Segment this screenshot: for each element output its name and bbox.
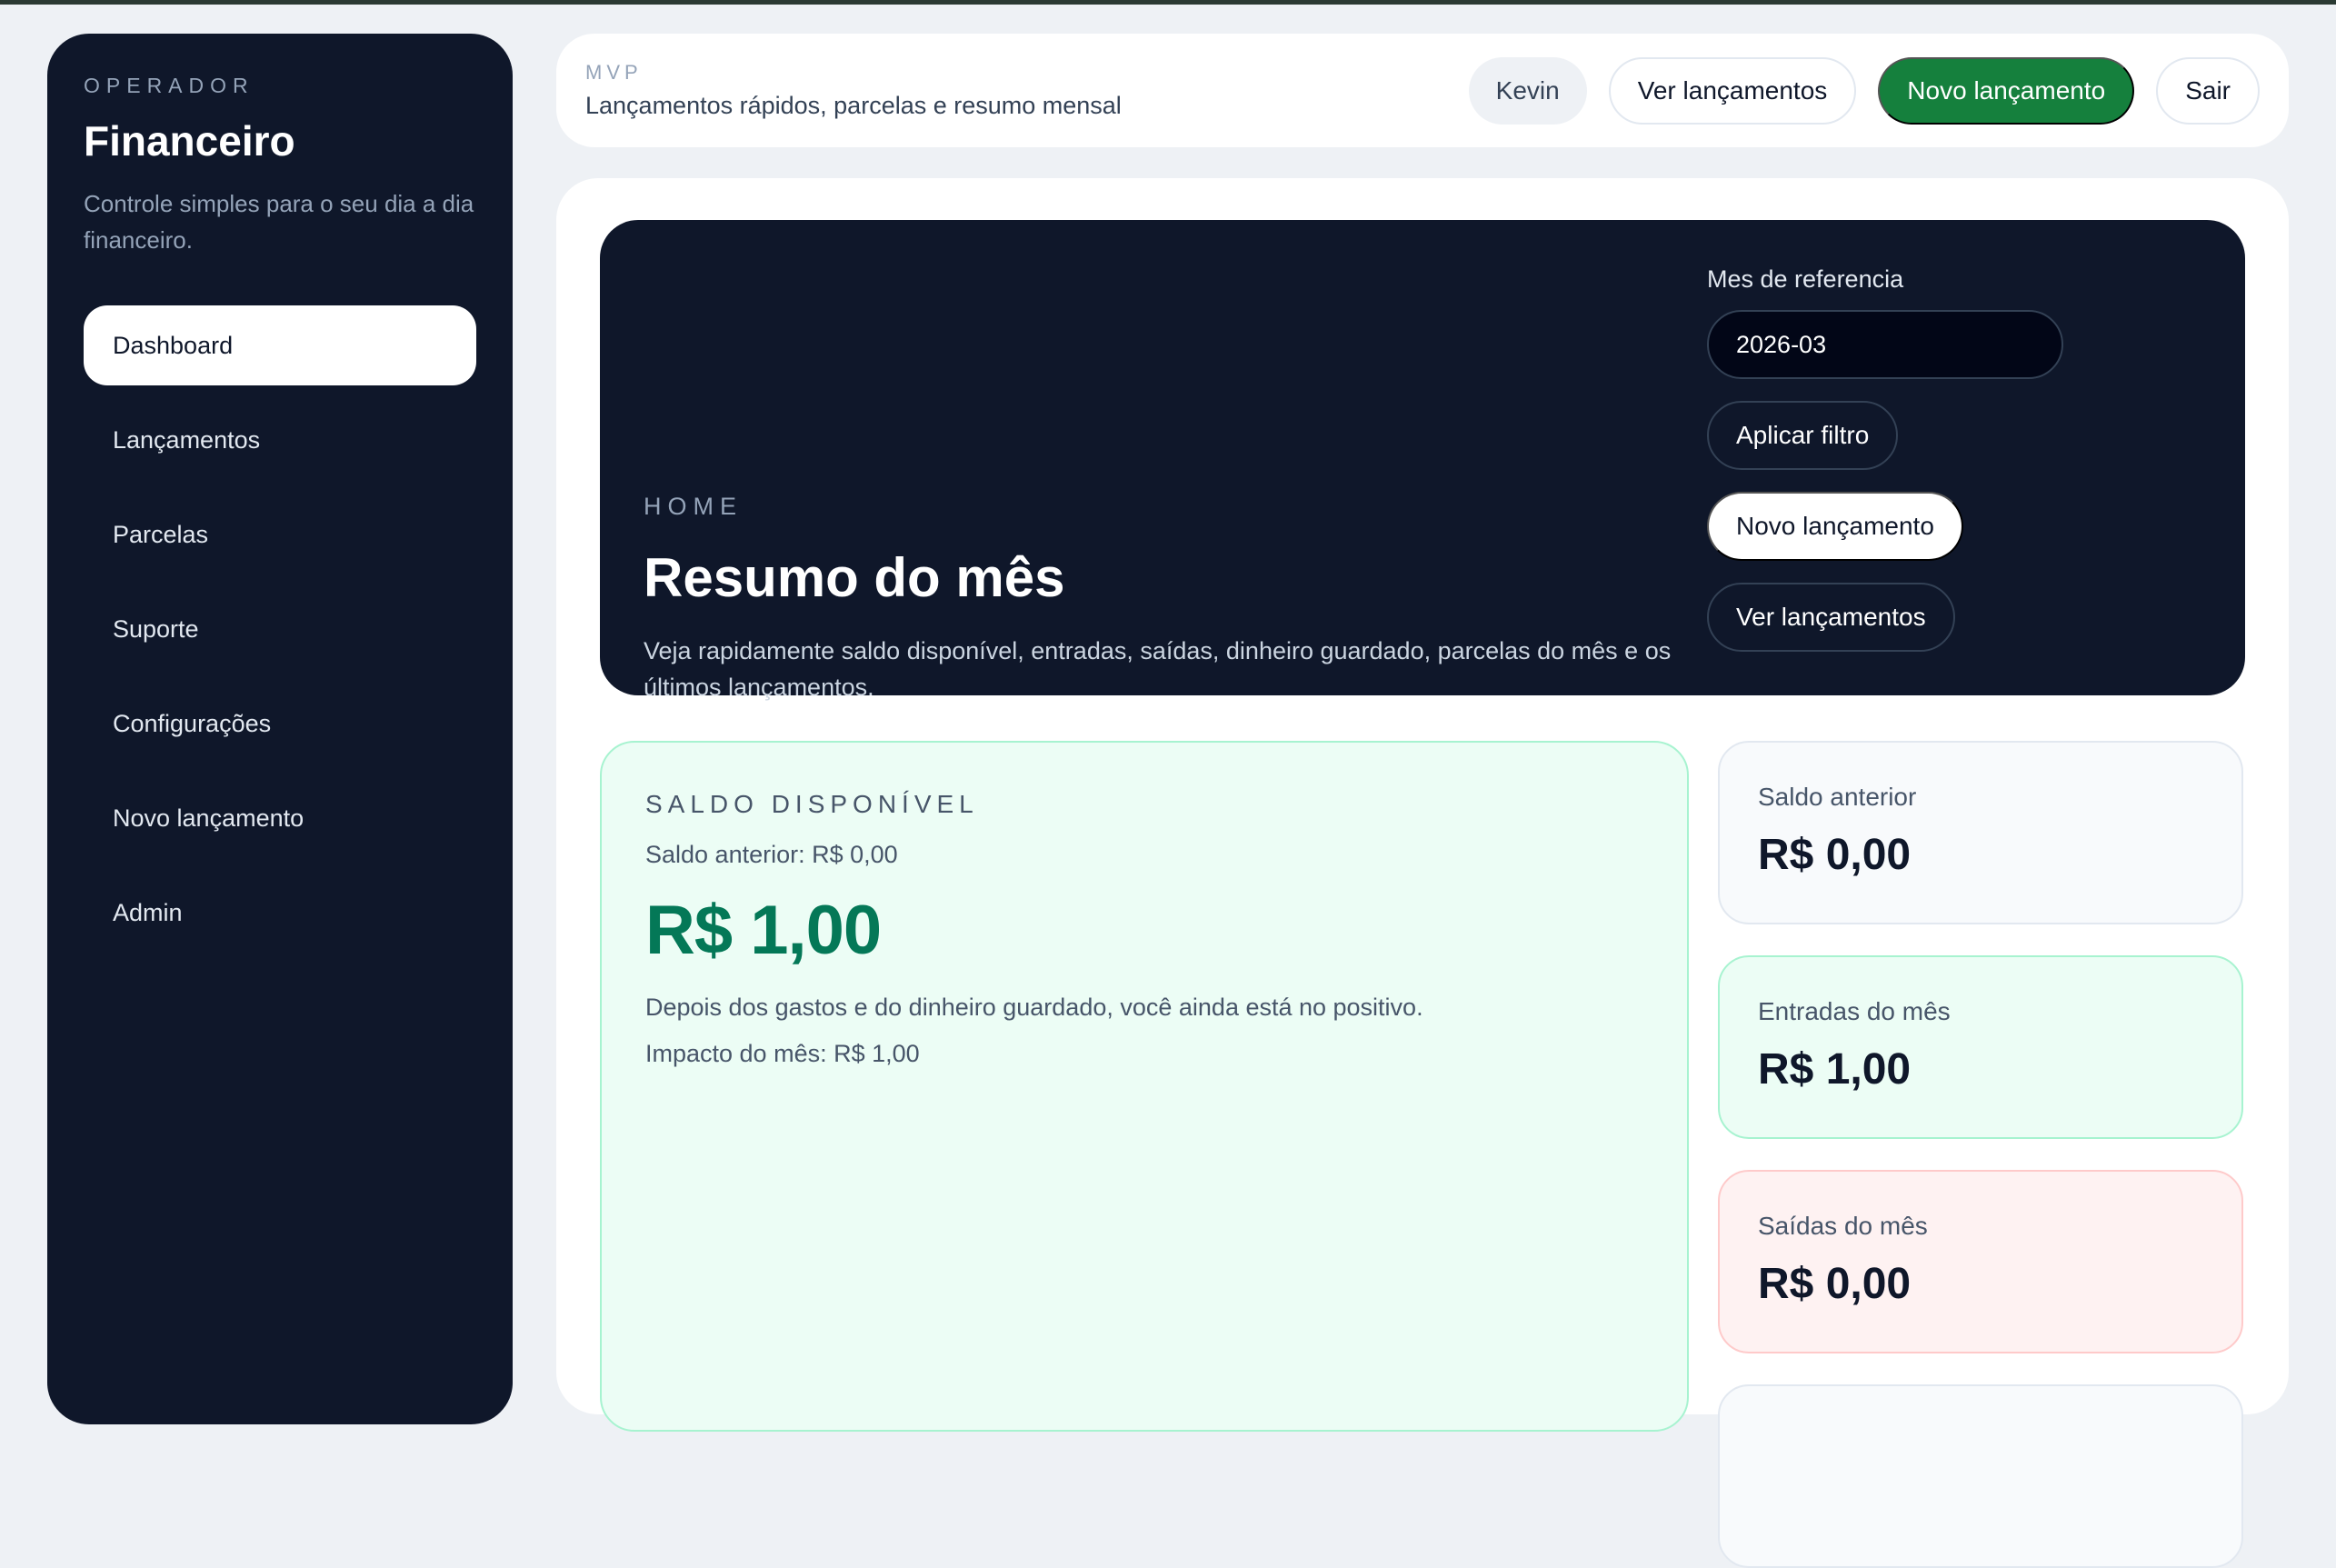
balance-value: R$ 1,00 [645,892,882,969]
stat-card-previous-balance: Saldo anterior R$ 0,00 [1718,741,2243,924]
hero-text: HOME Resumo do mês Veja rapidamente sald… [644,493,1689,705]
topbar-subtitle: Lançamentos rápidos, parcelas e resumo m… [585,92,1122,119]
month-input[interactable]: 2026-03 [1707,310,2063,379]
sidebar-item-lancamentos[interactable]: Lançamentos [84,400,476,480]
window-top-border [0,0,2336,5]
available-balance-card: SALDO DISPONÍVEL Saldo anterior: R$ 0,00… [600,741,1689,1432]
stat-value: R$ 0,00 [1758,831,1912,879]
sidebar-item-suporte[interactable]: Suporte [84,589,476,669]
stat-card-partial [1718,1384,2243,1568]
balance-impact: Impacto do mês: R$ 1,00 [645,1040,920,1067]
new-entry-button[interactable]: Novo lançamento [1878,56,2135,125]
sidebar-item-novo-lancamento[interactable]: Novo lançamento [84,778,476,858]
page-title: Resumo do mês [644,547,1065,608]
view-entries-button[interactable]: Ver lançamentos [1608,56,1857,125]
balance-eyebrow: SALDO DISPONÍVEL [645,790,979,818]
stat-value: R$ 1,00 [1758,1045,1912,1094]
sidebar-eyebrow: OPERADOR [84,74,255,97]
logout-button[interactable]: Sair [2156,56,2260,125]
sidebar-nav: Dashboard Lançamentos Parcelas Suporte C… [84,305,476,953]
hero-eyebrow: HOME [644,493,743,520]
hero-new-entry-button[interactable]: Novo lançamento [1707,492,1963,561]
sidebar-item-dashboard[interactable]: Dashboard [84,305,476,385]
topbar: MVP Lançamentos rápidos, parcelas e resu… [556,34,2289,147]
topbar-heading: MVP Lançamentos rápidos, parcelas e resu… [585,61,1469,120]
hero-controls: Mes de referencia 2026-03 Aplicar filtro… [1707,265,2089,652]
month-label: Mes de referencia [1707,265,1904,293]
app-description: Controle simples para o seu dia a dia fi… [84,190,474,254]
balance-previous: Saldo anterior: R$ 0,00 [645,841,898,868]
apply-filter-button[interactable]: Aplicar filtro [1707,401,1899,470]
stat-label: Saídas do mês [1758,1212,1928,1240]
sidebar-item-parcelas[interactable]: Parcelas [84,494,476,574]
stat-label: Entradas do mês [1758,997,1951,1025]
main-panel: HOME Resumo do mês Veja rapidamente sald… [556,178,2289,1568]
user-badge: Kevin [1468,56,1587,125]
sidebar-item-configuracoes[interactable]: Configurações [84,684,476,764]
hero-description: Veja rapidamente saldo disponível, entra… [644,637,1672,701]
balance-note: Depois dos gastos e do dinheiro guardado… [645,994,1423,1021]
hero-banner: HOME Resumo do mês Veja rapidamente sald… [600,220,2245,701]
hero-view-entries-button[interactable]: Ver lançamentos [1707,583,1955,652]
app-title: Financeiro [84,117,295,165]
stat-card-expense: Saídas do mês R$ 0,00 [1718,1170,2243,1353]
stat-label: Saldo anterior [1758,783,1917,811]
topbar-actions: Kevin Ver lançamentos Novo lançamento Sa… [1468,56,2260,125]
topbar-eyebrow: MVP [585,61,643,84]
sidebar-item-admin[interactable]: Admin [84,873,476,953]
sidebar: OPERADOR Financeiro Controle simples par… [47,34,513,1424]
stat-card-income: Entradas do mês R$ 1,00 [1718,955,2243,1139]
stat-value: R$ 0,00 [1758,1260,1912,1308]
